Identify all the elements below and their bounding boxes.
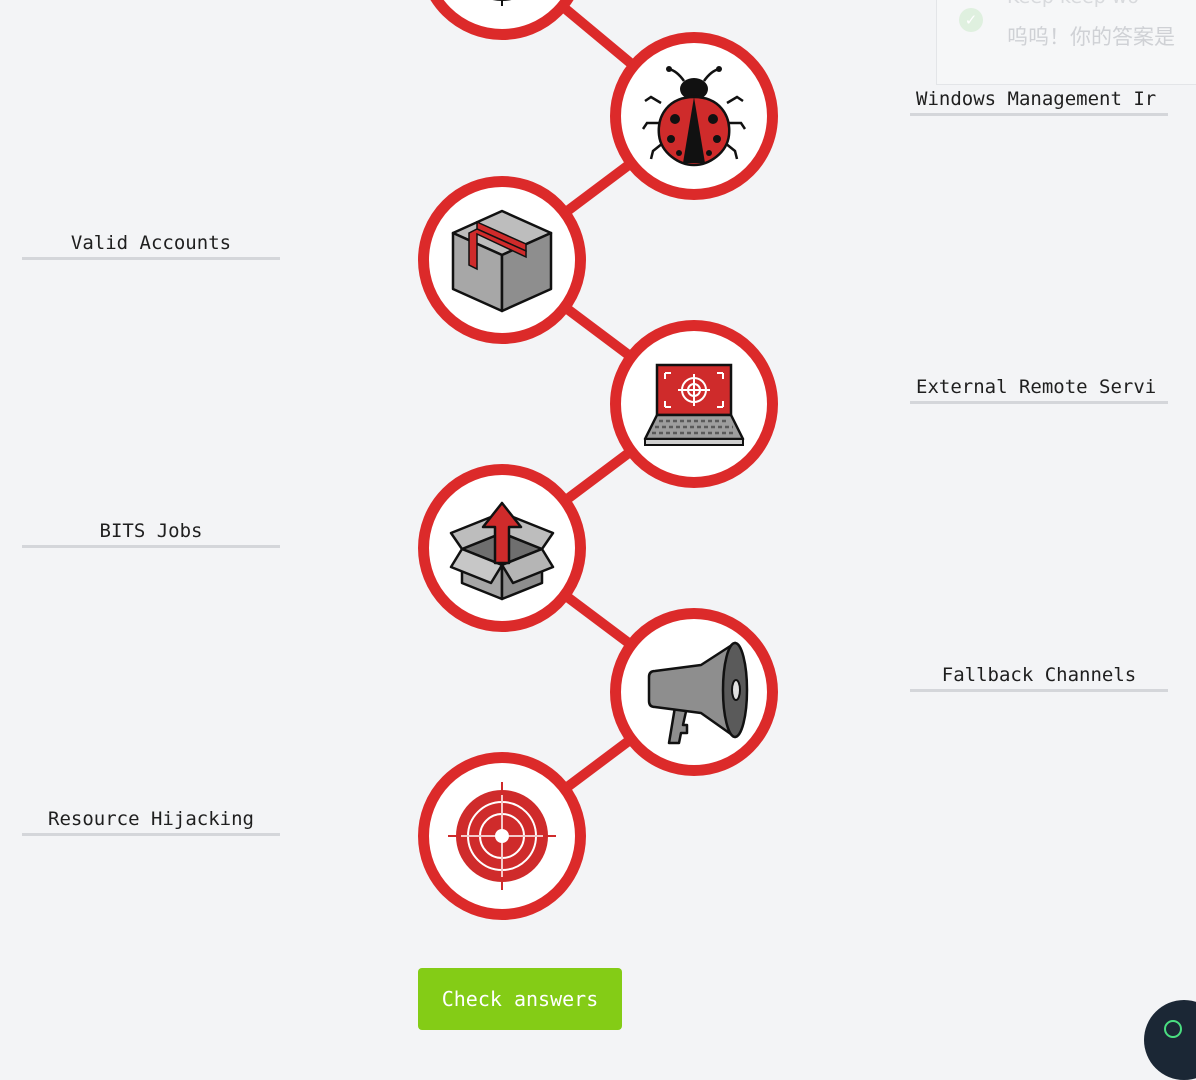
crosshair-icon [492,0,512,6]
result-toast: ✓ Keep keep wo 呜呜！你的答案是 [936,0,1196,85]
label-resource-hijacking[interactable]: Resource Hijacking [22,807,280,836]
open-box-arrow-icon [449,501,555,601]
check-answers-button[interactable]: Check answers [418,968,622,1030]
chain-node-7[interactable] [418,752,586,920]
chain-connectors [499,0,698,840]
label-windows-management[interactable]: Windows Management Ir [910,87,1168,116]
chain-node-6[interactable] [610,608,778,776]
toast-title: Keep keep wo [1007,0,1139,8]
laptop-target-icon [643,363,745,446]
check-circle-icon: ✓ [959,8,983,32]
chain-node-2[interactable] [610,32,778,200]
megaphone-icon [647,641,749,745]
target-icon [448,782,556,890]
chain-node-5[interactable] [418,464,586,632]
chat-icon [1164,1020,1182,1038]
label-external-remote-services[interactable]: External Remote Servi [910,375,1168,404]
toast-message: 呜呜！你的答案是 [1007,25,1175,49]
chain-node-3[interactable] [418,176,586,344]
label-fallback-channels[interactable]: Fallback Channels [910,663,1168,692]
chain-node-4[interactable] [610,320,778,488]
ladybug-icon [641,66,747,167]
label-valid-accounts[interactable]: Valid Accounts [22,231,280,260]
box-icon [451,209,553,313]
label-bits-jobs[interactable]: BITS Jobs [22,519,280,548]
